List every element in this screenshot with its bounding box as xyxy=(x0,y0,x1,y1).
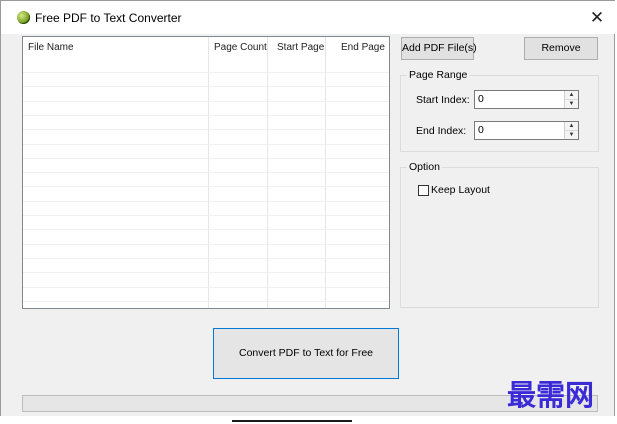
table-row-divider xyxy=(23,186,389,188)
file-list-table[interactable]: File Name Page Count Start Page End Page xyxy=(22,36,390,309)
table-row-divider xyxy=(23,229,389,231)
table-row-divider xyxy=(23,257,389,259)
column-header-file-name[interactable]: File Name xyxy=(28,37,74,59)
keep-layout-checkbox[interactable] xyxy=(418,185,429,196)
table-row-divider xyxy=(23,72,389,73)
end-index-label: End Index: xyxy=(416,125,467,137)
watermark-text: 最需网 xyxy=(507,378,595,412)
spin-up-icon[interactable]: ▲ xyxy=(565,91,578,100)
column-header-end-page[interactable]: End Page xyxy=(341,37,385,59)
table-row-divider xyxy=(23,100,389,102)
column-header-page-count[interactable]: Page Count xyxy=(214,37,267,59)
spin-up-icon[interactable]: ▲ xyxy=(565,122,578,131)
spin-down-icon[interactable]: ▼ xyxy=(565,100,578,108)
title-bar: Free PDF to Text Converter ✕ xyxy=(1,1,616,34)
end-index-value[interactable]: 0 xyxy=(478,124,484,136)
table-row-divider xyxy=(23,86,389,88)
page-range-group: Page Range xyxy=(400,69,599,152)
spin-down-icon[interactable]: ▼ xyxy=(565,131,578,139)
table-row-divider xyxy=(23,143,389,145)
table-row-divider xyxy=(23,215,389,216)
option-group: Option xyxy=(400,161,599,308)
app-globe-icon xyxy=(17,11,30,24)
window-title: Free PDF to Text Converter xyxy=(35,11,182,25)
page-range-title: Page Range xyxy=(407,69,470,81)
add-pdf-files-button[interactable]: Add PDF File(s) xyxy=(401,37,477,60)
table-row-divider xyxy=(23,129,389,131)
start-index-label: Start Index: xyxy=(416,94,470,106)
remove-button[interactable]: Remove xyxy=(524,37,598,60)
table-row-divider xyxy=(23,114,389,116)
end-index-spin-buttons[interactable]: ▲ ▼ xyxy=(564,122,578,139)
table-row-divider xyxy=(23,300,389,302)
start-index-value[interactable]: 0 xyxy=(478,93,484,105)
table-row-divider xyxy=(23,172,389,174)
close-icon[interactable]: ✕ xyxy=(579,1,615,34)
app-window: Free PDF to Text Converter ✕ File Name P… xyxy=(0,0,616,424)
table-row-divider xyxy=(23,200,389,202)
table-row-divider xyxy=(23,286,389,288)
taskbar-indicator xyxy=(232,420,352,422)
start-index-spinner[interactable]: 0 ▲ ▼ xyxy=(474,90,579,109)
option-title: Option xyxy=(407,161,442,173)
convert-button[interactable]: Convert PDF to Text for Free xyxy=(213,328,399,379)
table-row-divider xyxy=(23,243,389,245)
column-header-start-page[interactable]: Start Page xyxy=(277,37,324,59)
table-row-divider xyxy=(23,272,389,274)
start-index-spin-buttons[interactable]: ▲ ▼ xyxy=(564,91,578,108)
table-row-divider xyxy=(23,157,389,159)
end-index-spinner[interactable]: 0 ▲ ▼ xyxy=(474,121,579,140)
keep-layout-label[interactable]: Keep Layout xyxy=(431,184,490,196)
